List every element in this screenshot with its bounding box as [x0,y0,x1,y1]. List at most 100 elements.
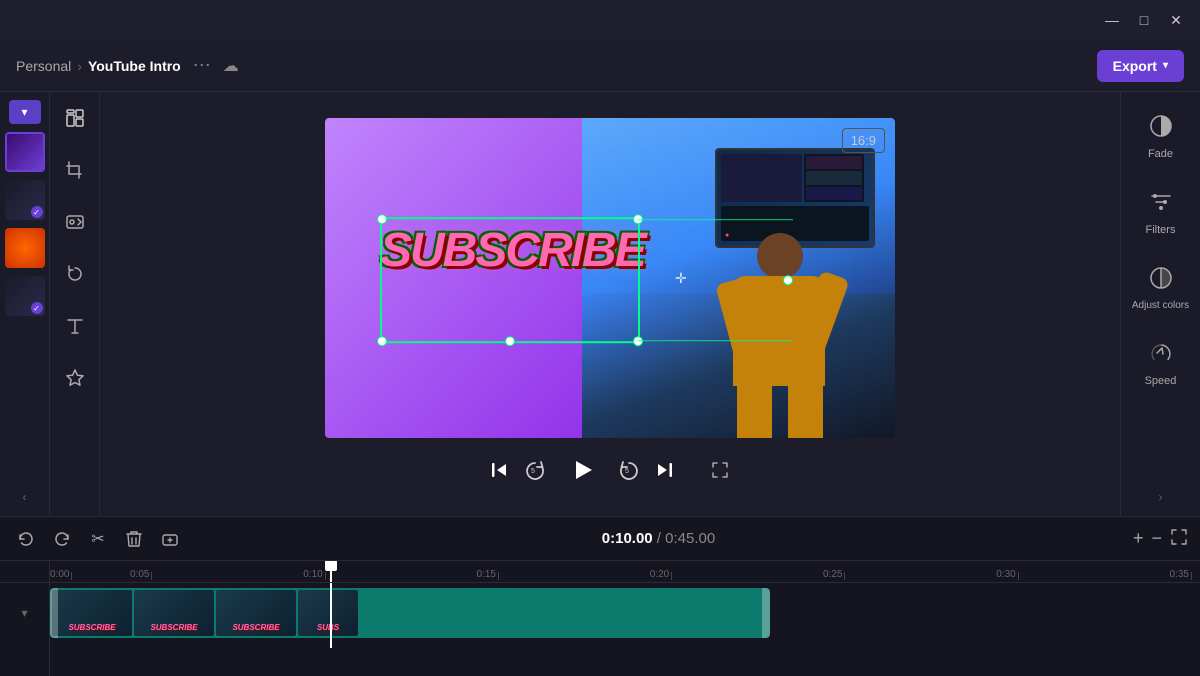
timeline-ruler: 0:00 0:05 0:10 0:15 0:20 0:25 0:30 0:35 [50,561,1200,583]
track-labels: ▾ [0,561,50,676]
clip-thumb-1: SUBSCRIBE [52,590,132,636]
layout-tool-button[interactable] [57,100,93,136]
rewind-button[interactable]: 5 [524,459,546,481]
breadcrumb-separator: › [77,58,82,74]
expand-track-icon[interactable]: ▾ [21,606,27,620]
timeline-toolbar: ✂ 0:10.00 / 0:45.00 + − [0,517,1200,561]
canvas-area: ● [100,92,1120,516]
filters-tool[interactable]: Filters [1143,184,1179,236]
clip-check-icon: ✓ [31,206,43,218]
clip-thumb-2: SUBSCRIBE [134,590,214,636]
time-display: 0:10.00 / 0:45.00 [192,530,1125,547]
main-content: ▾ ✓ ✓ ‹ [0,92,1200,516]
minimize-button[interactable]: — [1096,4,1128,36]
clip-thumb-4: SUBS [298,590,358,636]
person-silhouette [715,218,845,438]
clip-thumb-3: SUBSCRIBE [216,590,296,636]
app-container: Personal › YouTube Intro ⋯ ☁ Export ▾ ▾ … [0,40,1200,676]
ruler-mark-15: 0:15 [477,569,499,580]
right-panel-arrow[interactable]: › [1159,490,1163,504]
zoom-out-button[interactable]: − [1151,528,1162,549]
ruler-marks-container: 0:05 0:10 0:15 0:20 0:25 0:30 0:35 [130,569,1200,580]
expand-clips-button[interactable]: ▾ [9,100,41,124]
add-clip-button[interactable] [156,525,184,553]
text-tool-button[interactable] [57,308,93,344]
clip-start-handle[interactable] [50,588,58,638]
delete-button[interactable] [120,525,148,553]
redo-button[interactable] [48,525,76,553]
subscribe-text-element: SUBSCRIBE [380,225,640,278]
move-icon: ✛ [675,270,687,287]
fade-tool[interactable]: Fade [1143,108,1179,160]
time-separator: / [653,530,666,547]
svg-text:5: 5 [625,468,629,475]
maximize-button[interactable]: □ [1128,4,1160,36]
ruler-mark-10: 0:10 [303,569,325,580]
filters-label: Filters [1146,224,1176,236]
ruler-mark-5: 0:05 [130,569,152,580]
aspect-ratio-badge[interactable]: 16:9 [842,128,885,153]
zoom-controls: + − [1133,528,1188,549]
playhead-track [330,583,332,648]
rotate-tool-button[interactable] [57,256,93,292]
subscribe-sticker[interactable]: SUBSCRIBE [380,225,640,335]
export-chevron-icon: ▾ [1163,60,1168,71]
current-time: 0:10.00 [602,530,653,547]
breadcrumb-personal[interactable]: Personal [16,58,71,74]
header: Personal › YouTube Intro ⋯ ☁ Export ▾ [0,40,1200,92]
speed-tool[interactable]: Speed [1143,335,1179,387]
svg-text:5: 5 [531,468,535,475]
playhead-ruler [330,561,332,582]
clip-check-icon: ✓ [31,302,43,314]
close-button[interactable]: ✕ [1160,4,1192,36]
fade-label: Fade [1148,148,1173,160]
play-pause-button[interactable] [562,450,602,490]
fullscreen-button[interactable] [710,460,730,480]
title-bar: — □ ✕ [0,0,1200,40]
left-clips-panel: ▾ ✓ ✓ ‹ [0,92,50,516]
bottom-area: ✂ 0:10.00 / 0:45.00 + − [0,516,1200,676]
clip-end-handle[interactable] [762,588,770,638]
adjust-colors-tool[interactable]: Adjust colors [1132,260,1189,311]
list-item[interactable] [5,132,45,172]
list-item[interactable]: ✓ [5,276,45,316]
skip-to-start-button[interactable] [490,461,508,479]
list-item[interactable]: ✓ [5,180,45,220]
timeline-content: 0:00 0:05 0:10 0:15 0:20 0:25 0:30 0:35 [50,561,1200,676]
media-tool-button[interactable] [57,204,93,240]
adjust-colors-label: Adjust colors [1132,300,1189,311]
ruler-mark-20: 0:20 [650,569,672,580]
forward-button[interactable]: 5 [618,459,640,481]
skip-to-end-button[interactable] [656,461,674,479]
speed-label: Speed [1145,375,1177,387]
zoom-in-button[interactable]: + [1133,528,1144,549]
tools-panel [50,92,100,516]
speed-icon [1143,335,1179,371]
collapse-panel-icon[interactable]: ‹ [23,490,27,504]
timeline-video-clip[interactable]: SUBSCRIBE SUBSCRIBE SUBSCRIBE SUBS [50,588,770,638]
breadcrumb: Personal › YouTube Intro [16,58,181,74]
filters-icon [1143,184,1179,220]
right-panel: Fade Filters [1120,92,1200,516]
adjust-colors-icon [1143,260,1179,296]
video-preview[interactable]: ● [325,118,895,438]
list-item[interactable] [5,228,45,268]
ruler-mark-30: 0:30 [996,569,1018,580]
sticker-tool-button[interactable] [57,360,93,396]
total-time: 0:45.00 [665,530,715,547]
fit-to-screen-button[interactable] [1170,528,1188,549]
ruler-mark-25: 0:25 [823,569,845,580]
playback-controls: 5 5 [490,450,730,490]
project-menu-icon[interactable]: ⋯ [193,55,211,76]
video-track: SUBSCRIBE SUBSCRIBE SUBSCRIBE SUBS [50,583,1200,648]
ruler-mark-35: 0:35 [1170,569,1192,580]
fade-icon [1143,108,1179,144]
crop-tool-button[interactable] [57,152,93,188]
project-name[interactable]: YouTube Intro [88,58,181,74]
undo-button[interactable] [12,525,40,553]
cut-button[interactable]: ✂ [84,525,112,553]
cloud-sync-icon[interactable]: ☁ [223,56,239,76]
ruler-mark-0: 0:00 [50,569,130,580]
export-button[interactable]: Export ▾ [1097,50,1184,82]
timeline-area: ▾ 0:00 0:05 [0,561,1200,676]
